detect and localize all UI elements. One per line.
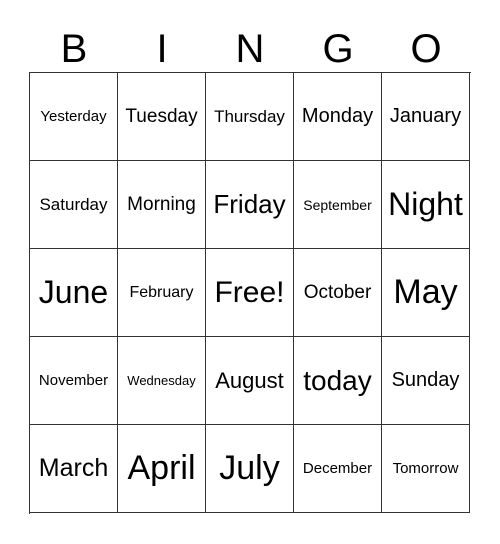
bingo-cell[interactable]: March <box>30 425 118 513</box>
bingo-cell[interactable]: Friday <box>206 161 294 249</box>
bingo-cell[interactable]: Tomorrow <box>382 425 470 513</box>
header-letter-n: N <box>235 27 265 71</box>
bingo-cell[interactable]: Saturday <box>30 161 118 249</box>
bingo-cell[interactable]: Thursday <box>206 73 294 161</box>
bingo-header: B I N G O <box>30 26 470 72</box>
header-letter-i: I <box>156 27 168 71</box>
bingo-cell[interactable]: July <box>206 425 294 513</box>
header-letter-b: B <box>60 27 88 71</box>
bingo-cell[interactable]: August <box>206 337 294 425</box>
bingo-grid: Yesterday Tuesday Thursday Monday Januar… <box>29 72 471 514</box>
bingo-cell[interactable]: Night <box>382 161 470 249</box>
bingo-cell[interactable]: January <box>382 73 470 161</box>
header-letter-o: O <box>410 27 442 71</box>
bingo-cell[interactable]: Tuesday <box>118 73 206 161</box>
bingo-cell[interactable]: today <box>294 337 382 425</box>
header-letter-g: G <box>322 27 354 71</box>
bingo-cell[interactable]: May <box>382 249 470 337</box>
bingo-cell[interactable]: Wednesday <box>118 337 206 425</box>
bingo-cell[interactable]: Yesterday <box>30 73 118 161</box>
bingo-cell[interactable]: October <box>294 249 382 337</box>
bingo-cell[interactable]: February <box>118 249 206 337</box>
bingo-cell[interactable]: Morning <box>118 161 206 249</box>
bingo-cell[interactable]: Monday <box>294 73 382 161</box>
bingo-cell[interactable]: June <box>30 249 118 337</box>
bingo-cell[interactable]: September <box>294 161 382 249</box>
bingo-cell[interactable]: November <box>30 337 118 425</box>
free-space-cell[interactable]: Free! <box>206 249 294 337</box>
bingo-cell[interactable]: Sunday <box>382 337 470 425</box>
bingo-cell[interactable]: December <box>294 425 382 513</box>
bingo-cell[interactable]: April <box>118 425 206 513</box>
